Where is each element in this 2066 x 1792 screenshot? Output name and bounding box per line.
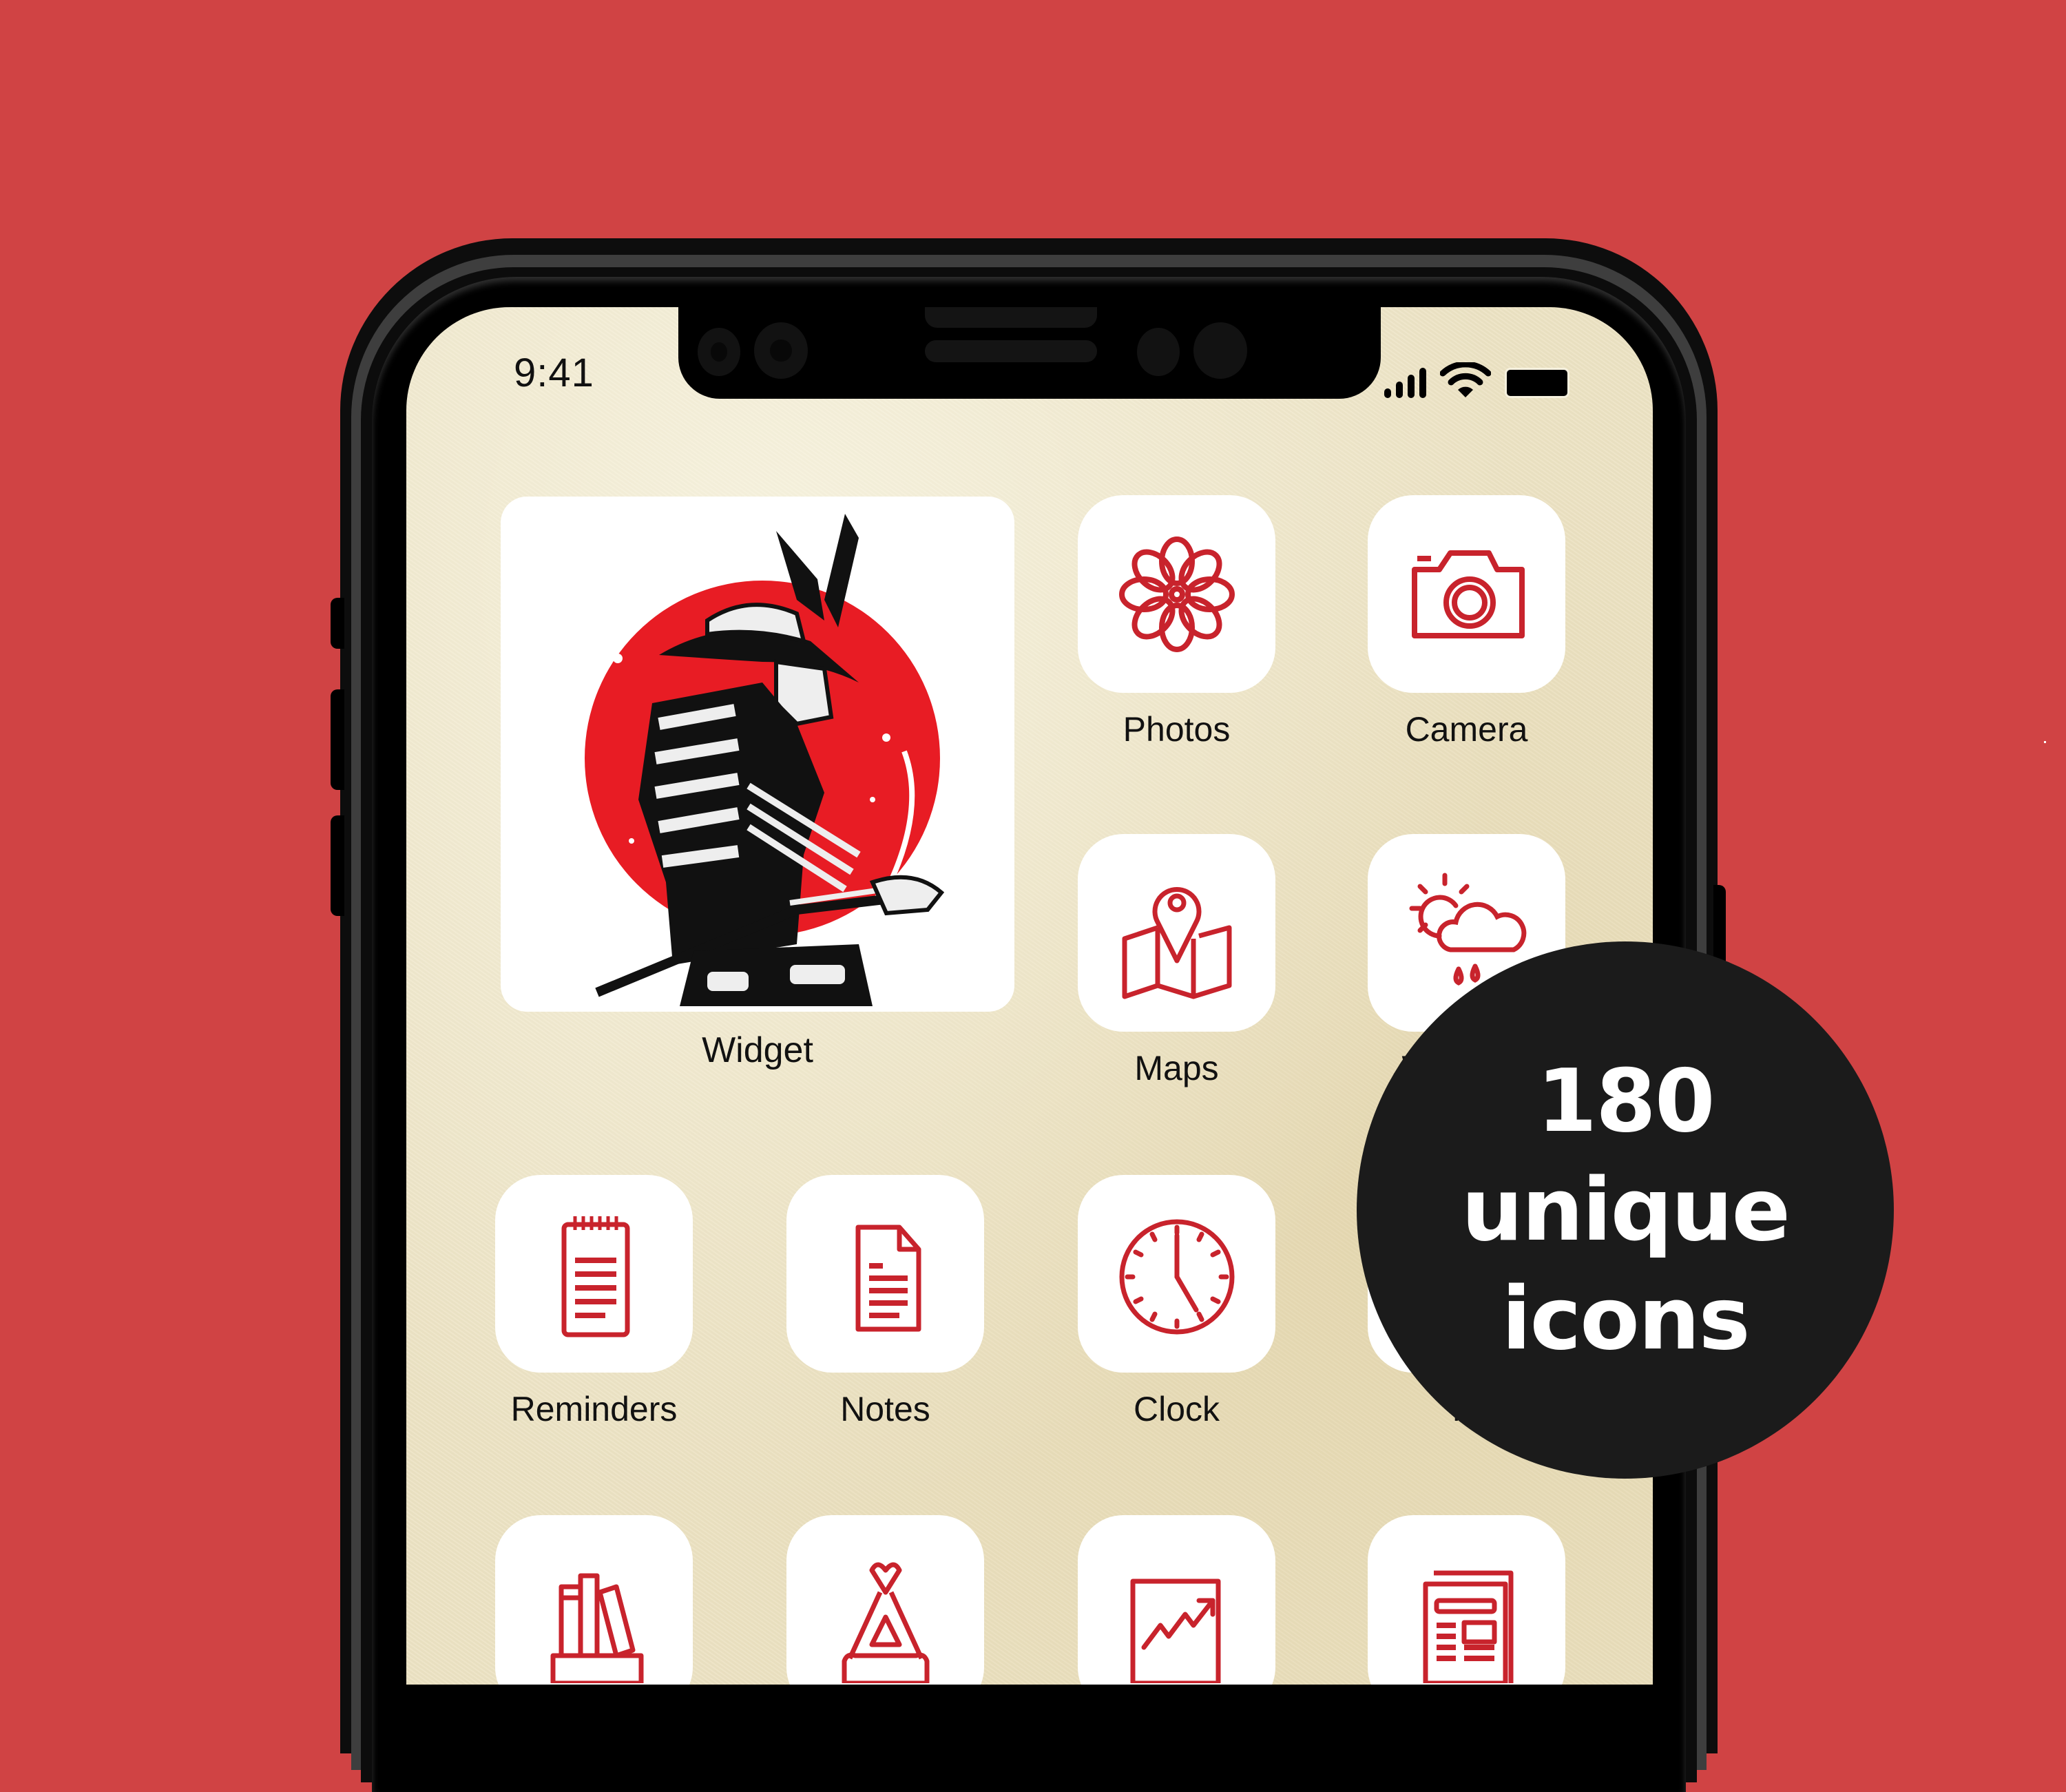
wifi-icon bbox=[1440, 362, 1491, 397]
stray-pixel bbox=[2044, 741, 2046, 743]
earpiece bbox=[925, 340, 1097, 362]
notch bbox=[678, 307, 1381, 399]
status-time: 9:41 bbox=[514, 351, 594, 395]
front-camera-icon bbox=[698, 328, 740, 376]
app-stocks[interactable] bbox=[1078, 1515, 1275, 1685]
app-tent[interactable] bbox=[786, 1515, 984, 1685]
widget[interactable]: Widget bbox=[501, 497, 1014, 1071]
badge-count: 180 bbox=[1536, 1050, 1715, 1152]
flower-icon bbox=[1118, 536, 1235, 652]
app-tile[interactable] bbox=[1078, 1515, 1275, 1685]
sensor-icon bbox=[754, 322, 808, 379]
widget-image[interactable] bbox=[501, 497, 1014, 1012]
app-tile[interactable] bbox=[1078, 495, 1275, 693]
volume-down-button bbox=[331, 815, 344, 916]
app-books[interactable] bbox=[495, 1515, 693, 1685]
app-label: Notes bbox=[840, 1390, 930, 1428]
bookshelf-icon bbox=[550, 1573, 643, 1683]
app-notes[interactable]: Notes bbox=[786, 1175, 984, 1429]
app-reminders[interactable]: Reminders bbox=[495, 1175, 693, 1429]
proximity-sensor-icon bbox=[1137, 328, 1180, 376]
app-label: Clock bbox=[1133, 1390, 1220, 1428]
app-tile[interactable] bbox=[1368, 1515, 1565, 1685]
notepad-icon bbox=[561, 1216, 629, 1337]
samurai-illustration bbox=[585, 514, 945, 1006]
app-tile[interactable] bbox=[1078, 1175, 1275, 1373]
app-clock[interactable]: Clock bbox=[1078, 1175, 1275, 1429]
app-label: Camera bbox=[1405, 710, 1528, 749]
app-tile[interactable] bbox=[495, 1175, 693, 1373]
app-label: Maps bbox=[1134, 1049, 1219, 1087]
widget-label: Widget bbox=[702, 1030, 813, 1070]
badge-text-unique: unique bbox=[1461, 1159, 1791, 1260]
app-tile[interactable] bbox=[1368, 495, 1565, 693]
camera-icon bbox=[1411, 550, 1525, 638]
status-icons bbox=[1384, 362, 1569, 398]
app-maps[interactable]: Maps bbox=[1078, 834, 1275, 1088]
tent-icon bbox=[842, 1562, 929, 1683]
map-pin-icon bbox=[1122, 886, 1231, 999]
face-id-sensor-icon bbox=[1193, 322, 1247, 379]
app-tile[interactable] bbox=[495, 1515, 693, 1685]
icon-count-badge: 180 unique icons bbox=[1357, 941, 1894, 1479]
app-tile[interactable] bbox=[1078, 834, 1275, 1032]
app-label: Photos bbox=[1123, 710, 1231, 749]
app-news[interactable] bbox=[1368, 1515, 1565, 1685]
app-camera[interactable]: Camera bbox=[1368, 495, 1565, 749]
volume-up-button bbox=[331, 689, 344, 790]
stocks-chart-icon bbox=[1130, 1579, 1220, 1683]
battery-icon bbox=[1505, 368, 1569, 398]
badge-text-icons: icons bbox=[1501, 1268, 1750, 1369]
mute-switch bbox=[331, 598, 344, 649]
cellular-signal-icon bbox=[1384, 368, 1426, 398]
document-icon bbox=[855, 1225, 921, 1331]
newspaper-icon bbox=[1423, 1570, 1513, 1683]
speaker-grille bbox=[925, 307, 1097, 328]
app-label: Reminders bbox=[510, 1390, 678, 1428]
app-photos[interactable]: Photos bbox=[1078, 495, 1275, 749]
app-tile[interactable] bbox=[786, 1175, 984, 1373]
clock-icon bbox=[1119, 1219, 1234, 1334]
app-tile[interactable] bbox=[786, 1515, 984, 1685]
